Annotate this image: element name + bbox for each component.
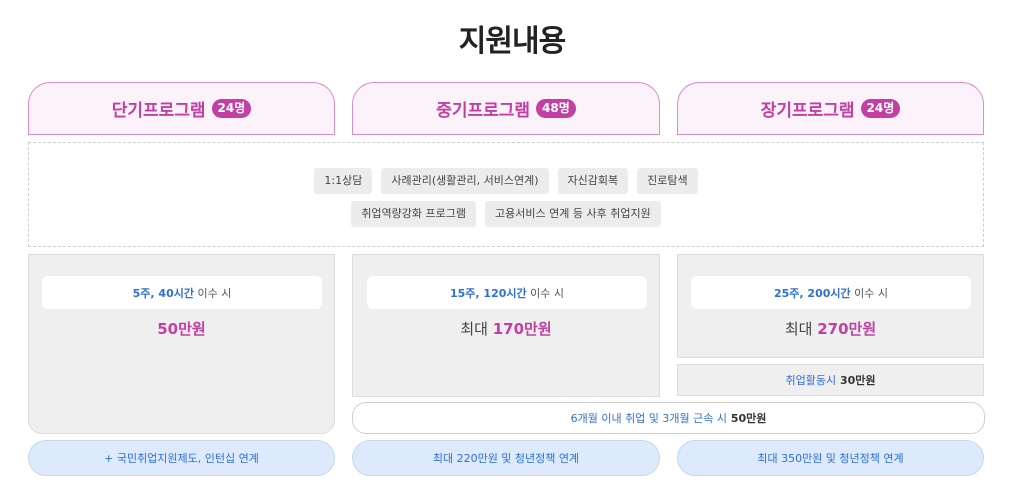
tab-long-program[interactable]: 장기프로그램 24명 xyxy=(677,82,984,134)
tab-mid-program[interactable]: 중기프로그램 48명 xyxy=(352,82,660,134)
link-pill-short[interactable]: + 국민취업지원제도, 인턴십 연계 xyxy=(28,440,335,476)
long-program-box: 25주, 200시간 이수 시 최대 270만원 xyxy=(677,254,984,358)
link-pill-mid[interactable]: 최대 220만원 및 청년정책 연계 xyxy=(352,440,660,476)
amount-value: 50만원 xyxy=(157,320,206,338)
bonus-amount: 30만원 xyxy=(836,374,876,387)
program-name: 단기프로그램 xyxy=(111,101,206,121)
amount-prefix: 최대 xyxy=(784,320,818,338)
condition-highlight: 15주, 120시간 xyxy=(450,286,527,300)
completion-condition: 5주, 40시간 이수 시 xyxy=(42,276,322,309)
tab-short-program[interactable]: 단기프로그램 24명 xyxy=(28,82,335,134)
condition-highlight: 5주, 40시간 xyxy=(132,286,194,300)
mid-program-box: 15주, 120시간 이수 시 최대 170만원 xyxy=(352,254,660,397)
service-tag: 자신감회복 xyxy=(557,168,629,194)
link-pill-long[interactable]: 최대 350만원 및 청년정책 연계 xyxy=(677,440,984,476)
services-row-2: 취업역량강화 프로그램 고용서비스 연계 등 사후 취업지원 xyxy=(29,201,983,227)
condition-suffix: 이수 시 xyxy=(526,286,564,300)
header-divider xyxy=(352,134,660,135)
condition-suffix: 이수 시 xyxy=(193,286,232,300)
service-tag: 취업역량강화 프로그램 xyxy=(351,201,477,227)
short-program-box: 5주, 40시간 이수 시 50만원 xyxy=(28,254,335,434)
program-name: 중기프로그램 xyxy=(436,101,531,121)
condition-highlight: 25주, 200시간 xyxy=(774,286,851,300)
participant-badge: 24명 xyxy=(860,99,901,118)
service-tag: 1:1상담 xyxy=(314,168,373,194)
participant-badge: 48명 xyxy=(536,99,576,118)
bonus-label: 취업활동시 xyxy=(785,374,837,387)
service-tag: 고용서비스 연계 등 사후 취업지원 xyxy=(485,201,661,227)
amount-prefix: 최대 xyxy=(460,320,493,338)
support-amount: 최대 270만원 xyxy=(678,318,983,339)
support-amount: 최대 170만원 xyxy=(353,318,659,339)
condition-suffix: 이수 시 xyxy=(850,286,888,300)
program-name: 장기프로그램 xyxy=(760,101,855,121)
employment-bonus: 6개월 이내 취업 및 3개월 근속 시 50만원 xyxy=(352,402,985,434)
header-divider xyxy=(677,134,984,135)
header-divider xyxy=(28,134,335,135)
bonus-amount: 50만원 xyxy=(727,412,767,425)
amount-value: 170만원 xyxy=(492,320,552,338)
support-amount: 50만원 xyxy=(29,318,334,339)
participant-badge: 24명 xyxy=(211,99,252,118)
services-row-1: 1:1상담 사례관리(생활관리, 서비스연계) 자신감회복 진로탐색 xyxy=(29,168,983,194)
job-activity-bonus: 취업활동시 30만원 xyxy=(677,364,984,396)
service-tag: 사례관리(생활관리, 서비스연계) xyxy=(381,168,549,194)
service-tag: 진로탐색 xyxy=(637,168,698,194)
bonus-label: 6개월 이내 취업 및 3개월 근속 시 xyxy=(570,412,728,425)
completion-condition: 15주, 120시간 이수 시 xyxy=(367,276,647,309)
amount-value: 270만원 xyxy=(817,320,877,338)
page-title: 지원내용 xyxy=(458,24,566,59)
common-services-box: 1:1상담 사례관리(생활관리, 서비스연계) 자신감회복 진로탐색 취업역량강… xyxy=(28,142,984,247)
completion-condition: 25주, 200시간 이수 시 xyxy=(691,276,971,309)
